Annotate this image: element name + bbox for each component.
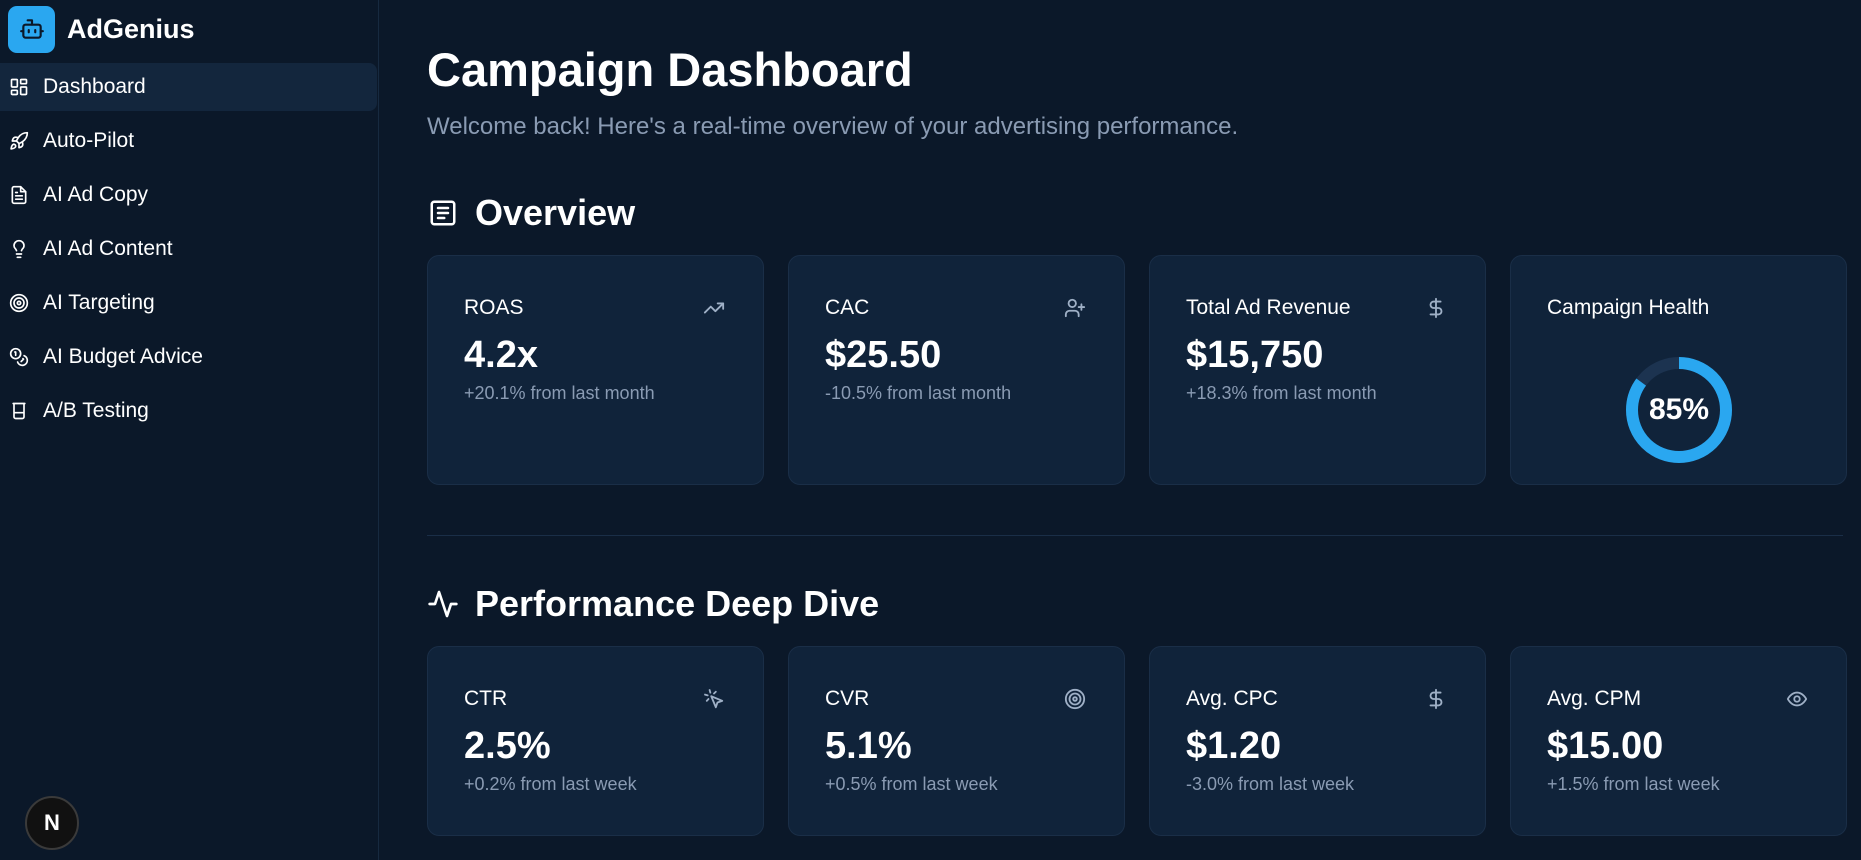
sidebar-item-label: AI Budget Advice — [43, 345, 203, 368]
document-icon — [8, 184, 30, 206]
card-change: -3.0% from last week — [1186, 774, 1355, 794]
card-label: CAC — [825, 296, 870, 319]
card-change: +18.3% from last month — [1186, 383, 1377, 403]
metric-card-ctr: CTR 2.5% +0.2% from last week — [427, 646, 764, 836]
nextjs-badge[interactable]: N — [25, 796, 79, 850]
page-subtitle: Welcome back! Here's a real-time overvie… — [427, 113, 1239, 140]
sidebar-item-label: Dashboard — [43, 75, 146, 98]
robot-icon — [8, 5, 55, 53]
cursor-click-icon — [701, 686, 727, 712]
sidebar-item-dashboard[interactable]: Dashboard — [0, 63, 377, 111]
card-label: CTR — [464, 687, 508, 710]
lightbulb-icon — [8, 238, 30, 260]
sidebar-item-ai-targeting[interactable]: AI Targeting — [0, 279, 377, 327]
rocket-icon — [8, 130, 30, 152]
card-change: -10.5% from last month — [825, 383, 1012, 403]
sidebar-item-label: A/B Testing — [43, 399, 149, 422]
card-value: $15.00 — [1547, 725, 1664, 767]
card-change: +0.2% from last week — [464, 774, 637, 794]
target-icon — [1062, 686, 1088, 712]
eye-icon — [1784, 686, 1810, 712]
beaker-icon — [8, 400, 30, 422]
activity-icon — [427, 588, 459, 620]
sidebar-item-ai-budget-advice[interactable]: AI Budget Advice — [0, 333, 377, 381]
deep-dive-cards: CTR 2.5% +0.2% from last week CVR 5.1% +… — [427, 646, 1861, 836]
section-title: Performance Deep Dive — [475, 583, 880, 624]
brand[interactable]: AdGenius — [0, 4, 378, 54]
target-icon — [8, 292, 30, 314]
card-change: +1.5% from last week — [1547, 774, 1720, 794]
card-label: Avg. CPM — [1547, 687, 1642, 710]
overview-header: Overview — [427, 192, 1861, 233]
sidebar-item-label: Auto-Pilot — [43, 129, 135, 152]
card-label: ROAS — [464, 296, 524, 319]
main-content: Campaign Dashboard Welcome back! Here's … — [379, 0, 1861, 860]
card-value: $1.20 — [1186, 725, 1282, 767]
nextjs-badge-label: N — [44, 810, 60, 835]
card-value: 4.2x — [464, 334, 538, 376]
section-title: Overview — [475, 192, 636, 233]
list-document-icon — [427, 197, 459, 229]
brand-name: AdGenius — [67, 13, 195, 44]
metric-card-cvr: CVR 5.1% +0.5% from last week — [788, 646, 1125, 836]
card-change: +0.5% from last week — [825, 774, 998, 794]
section-divider — [427, 535, 1843, 536]
card-value: 2.5% — [464, 725, 551, 767]
sidebar-item-label: AI Ad Content — [43, 237, 173, 260]
sidebar-item-ab-testing[interactable]: A/B Testing — [0, 387, 377, 435]
overview-cards: ROAS 4.2x +20.1% from last month CAC $25… — [427, 255, 1861, 485]
coins-icon — [8, 346, 30, 368]
metric-card-campaign-health: Campaign Health 85% — [1510, 255, 1847, 485]
card-value: $15,750 — [1186, 334, 1324, 376]
dashboard-icon — [8, 76, 30, 98]
page-title: Campaign Dashboard — [427, 43, 913, 96]
deep-dive-header: Performance Deep Dive — [427, 583, 1861, 624]
card-change: +20.1% from last month — [464, 383, 655, 403]
dollar-icon — [1423, 295, 1449, 321]
card-value: $25.50 — [825, 334, 942, 376]
sidebar: AdGenius Dashboard Auto-Pilot AI Ad Copy — [0, 0, 379, 860]
card-value: 5.1% — [825, 725, 912, 767]
sidebar-item-label: AI Ad Copy — [43, 183, 149, 206]
user-plus-icon — [1062, 295, 1088, 321]
dollar-icon — [1423, 686, 1449, 712]
metric-card-avg-cpc: Avg. CPC $1.20 -3.0% from last week — [1149, 646, 1486, 836]
sidebar-item-label: AI Targeting — [43, 291, 155, 314]
card-label: CVR — [825, 687, 870, 710]
sidebar-item-ai-ad-content[interactable]: AI Ad Content — [0, 225, 377, 273]
sidebar-item-auto-pilot[interactable]: Auto-Pilot — [0, 117, 377, 165]
card-label: Avg. CPC — [1186, 687, 1278, 710]
metric-card-cac: CAC $25.50 -10.5% from last month — [788, 255, 1125, 485]
sidebar-item-ai-ad-copy[interactable]: AI Ad Copy — [0, 171, 377, 219]
metric-card-total-ad-revenue: Total Ad Revenue $15,750 +18.3% from las… — [1149, 255, 1486, 485]
app-root: AdGenius Dashboard Auto-Pilot AI Ad Copy — [0, 0, 1861, 860]
health-value: 85% — [1648, 393, 1710, 426]
card-label: Campaign Health — [1547, 296, 1710, 319]
trending-up-icon — [701, 295, 727, 321]
sidebar-nav: Dashboard Auto-Pilot AI Ad Copy AI Ad Co… — [0, 63, 378, 435]
metric-card-avg-cpm: Avg. CPM $15.00 +1.5% from last week — [1510, 646, 1847, 836]
card-label: Total Ad Revenue — [1186, 296, 1351, 319]
metric-card-roas: ROAS 4.2x +20.1% from last month — [427, 255, 764, 485]
